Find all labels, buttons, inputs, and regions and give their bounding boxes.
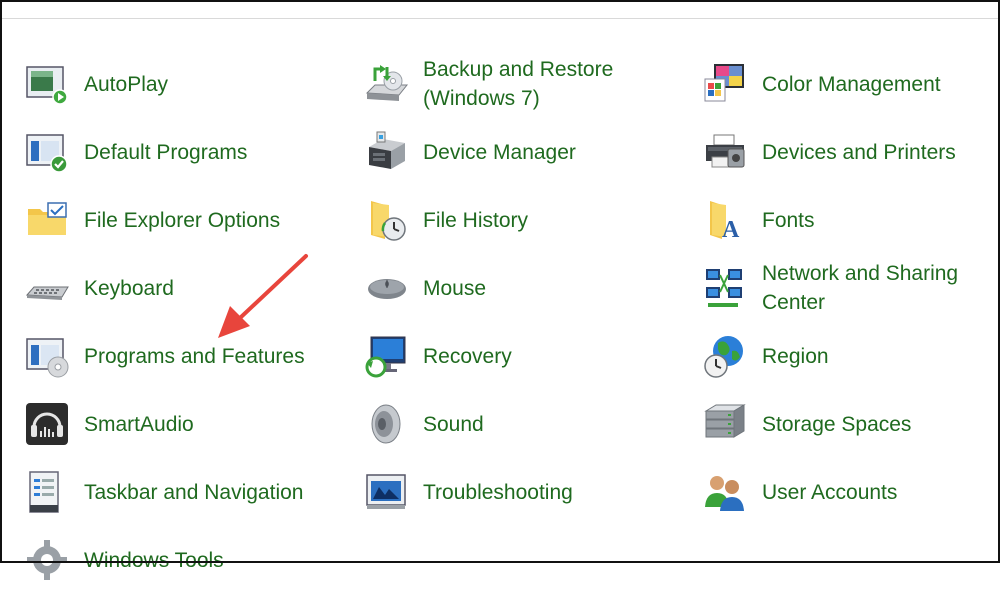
item-network-and-sharing-center[interactable]: Network and Sharing Center — [702, 258, 1000, 318]
item-label: Taskbar and Navigation — [84, 480, 304, 504]
item-label: File Explorer Options — [84, 208, 281, 232]
item-label: AutoPlay — [84, 72, 169, 96]
color-management-icon — [702, 61, 748, 107]
item-sound[interactable]: Sound — [363, 394, 683, 454]
item-file-explorer-options[interactable]: File Explorer Options — [24, 190, 344, 250]
item-label: Programs and Features — [84, 344, 305, 368]
item-label: Color Management — [762, 72, 941, 96]
default-programs-icon — [24, 129, 70, 175]
autoplay-icon — [24, 61, 70, 107]
svg-text:A: A — [722, 217, 740, 243]
item-file-history[interactable]: File History — [363, 190, 683, 250]
user-accounts-icon — [702, 469, 748, 515]
recovery-icon — [363, 333, 409, 379]
printer-icon — [702, 129, 748, 175]
item-autoplay[interactable]: AutoPlay — [24, 54, 344, 114]
network-icon — [702, 265, 748, 311]
folder-options-icon — [24, 197, 70, 243]
item-devices-and-printers[interactable]: Devices and Printers — [702, 122, 1000, 182]
globe-clock-icon — [702, 333, 748, 379]
mouse-icon — [363, 265, 409, 311]
item-label: Windows Tools — [84, 548, 224, 572]
item-label: Troubleshooting — [423, 480, 573, 504]
item-label: Mouse — [423, 276, 487, 300]
fonts-icon: A — [702, 197, 748, 243]
item-label: Network and Sharing Center — [762, 262, 959, 314]
item-label: Device Manager — [423, 140, 576, 164]
item-smartaudio[interactable]: SmartAudio — [24, 394, 344, 454]
troubleshooting-icon — [363, 469, 409, 515]
item-label: Keyboard — [84, 276, 174, 300]
taskbar-icon — [24, 469, 70, 515]
item-keyboard[interactable]: Keyboard — [24, 258, 344, 318]
item-storage-spaces[interactable]: Storage Spaces — [702, 394, 1000, 454]
item-programs-and-features[interactable]: Programs and Features — [24, 326, 344, 386]
device-manager-icon — [363, 129, 409, 175]
item-windows-tools[interactable]: Windows Tools — [24, 530, 344, 590]
item-fonts[interactable]: A Fonts — [702, 190, 1000, 250]
item-recovery[interactable]: Recovery — [363, 326, 683, 386]
item-color-management[interactable]: Color Management — [702, 54, 1000, 114]
item-label: Recovery — [423, 344, 512, 368]
programs-features-icon — [24, 333, 70, 379]
item-taskbar-and-navigation[interactable]: Taskbar and Navigation — [24, 462, 344, 522]
item-label: Sound — [423, 412, 484, 436]
item-region[interactable]: Region — [702, 326, 1000, 386]
keyboard-icon — [24, 265, 70, 311]
item-label: SmartAudio — [84, 412, 194, 436]
item-label: User Accounts — [762, 480, 898, 504]
headphones-icon — [24, 401, 70, 447]
item-label: Fonts — [762, 208, 815, 232]
item-mouse[interactable]: Mouse — [363, 258, 683, 318]
speaker-icon — [363, 401, 409, 447]
item-user-accounts[interactable]: User Accounts — [702, 462, 1000, 522]
item-backup-and-restore[interactable]: Backup and Restore (Windows 7) — [363, 54, 683, 114]
item-label: Region — [762, 344, 829, 368]
file-history-icon — [363, 197, 409, 243]
backup-restore-icon — [363, 61, 409, 107]
item-default-programs[interactable]: Default Programs — [24, 122, 344, 182]
gear-icon — [24, 537, 70, 583]
storage-spaces-icon — [702, 401, 748, 447]
item-device-manager[interactable]: Device Manager — [363, 122, 683, 182]
item-label: Devices and Printers — [762, 140, 956, 164]
item-troubleshooting[interactable]: Troubleshooting — [363, 462, 683, 522]
top-divider — [2, 2, 998, 19]
item-label: File History — [423, 208, 529, 232]
item-label: Storage Spaces — [762, 412, 912, 436]
item-label: Default Programs — [84, 140, 248, 164]
item-label: Backup and Restore (Windows 7) — [423, 58, 614, 110]
